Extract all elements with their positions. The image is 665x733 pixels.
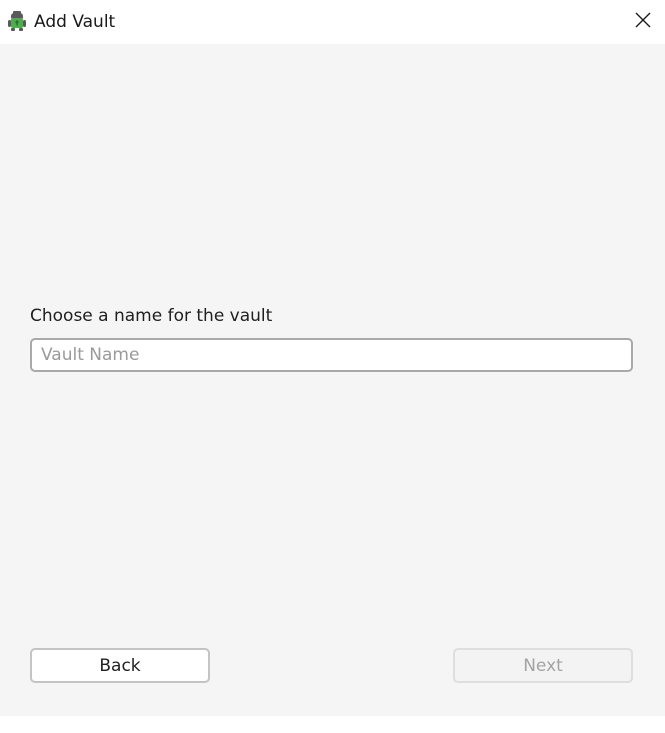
- vault-name-prompt: Choose a name for the vault: [30, 306, 273, 326]
- cryptomator-robot-icon: [6, 10, 28, 32]
- vault-name-input[interactable]: [30, 338, 633, 372]
- window-bottom-edge: [0, 716, 665, 733]
- dialog-content: Choose a name for the vault Back Next: [0, 44, 665, 716]
- title-bar: Add Vault: [0, 0, 665, 44]
- back-button[interactable]: Back: [30, 648, 210, 683]
- window-title: Add Vault: [34, 12, 116, 32]
- close-button[interactable]: [621, 0, 665, 44]
- close-icon: [635, 12, 651, 32]
- next-button[interactable]: Next: [453, 648, 633, 683]
- add-vault-window: Add Vault Choose a name for the vault Ba…: [0, 0, 665, 733]
